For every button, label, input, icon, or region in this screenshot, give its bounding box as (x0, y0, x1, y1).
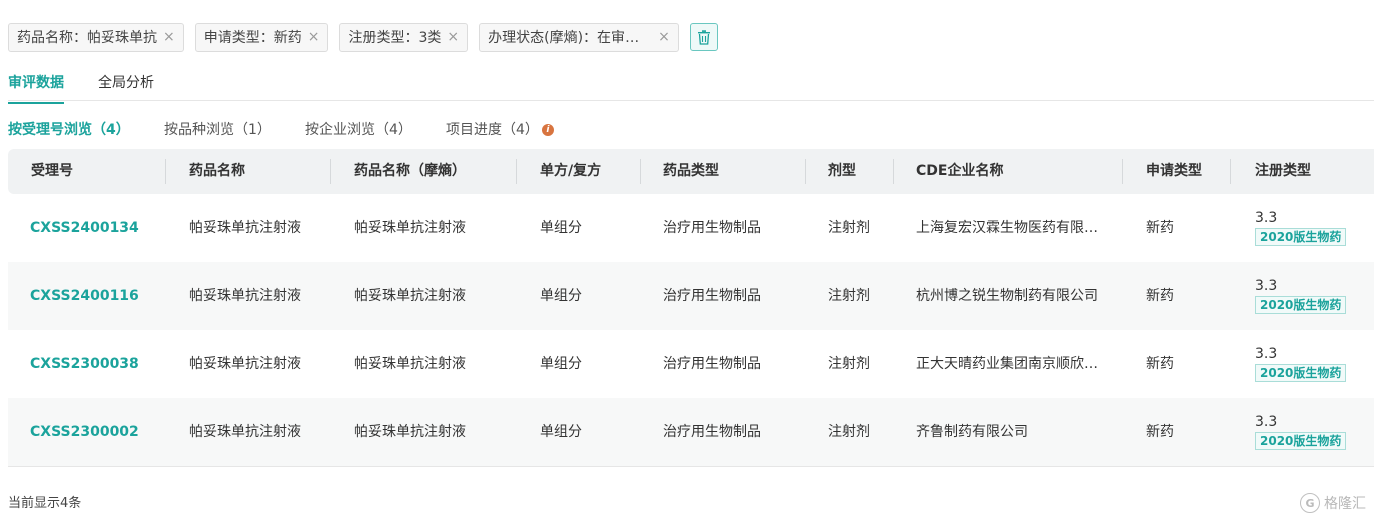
dosage-form-cell: 注射剂 (828, 220, 870, 236)
filter-bar: 药品名称：帕妥珠单抗 × 申请类型：新药 × 注册类型：3类 × 办理状态(摩熵… (8, 22, 718, 52)
table-header: 受理号 药品名称 药品名称（摩熵） 单方/复方 药品类型 剂型 CDE企业名称 … (8, 149, 1374, 194)
registration-tag-badge: 2020版生物药 (1255, 432, 1347, 450)
acceptance-number-link[interactable]: CXSS2400134 (30, 194, 139, 262)
tab-by-variety[interactable]: 按品种浏览（1） (164, 119, 271, 139)
composition-cell: 单组分 (540, 356, 582, 372)
registration-tag-badge: 2020版生物药 (1255, 296, 1347, 314)
application-type-cell: 新药 (1146, 356, 1174, 372)
registration-type-cell: 3.3 2020版生物药 (1255, 194, 1347, 262)
filter-chip-label: 药品名称：帕妥珠单抗 (17, 30, 157, 46)
drug-name-cell: 帕妥珠单抗注射液 (189, 288, 301, 304)
drug-type-cell: 治疗用生物制品 (663, 424, 761, 440)
drug-type-cell: 治疗用生物制品 (663, 356, 761, 372)
registration-class: 3.3 (1255, 210, 1278, 226)
tab-by-acceptance-number[interactable]: 按受理号浏览（4） (8, 119, 130, 139)
column-divider (805, 159, 806, 184)
filter-chip-label: 办理状态(摩熵)：在审评中,在审批中,审批完毕-待制证 (488, 30, 653, 46)
drug-type-cell: 治疗用生物制品 (663, 288, 761, 304)
tab-by-company[interactable]: 按企业浏览（4） (305, 119, 412, 139)
info-icon[interactable]: i (541, 124, 554, 136)
company-cell: 杭州博之锐生物制药有限公司 (916, 288, 1098, 304)
tab-review-data[interactable]: 审评数据 (8, 72, 64, 104)
column-header-composition: 单方/复方 (540, 163, 602, 179)
table-bottom-border (8, 466, 1374, 467)
registration-tag-badge: 2020版生物药 (1255, 364, 1347, 382)
registration-type-cell: 3.3 2020版生物药 (1255, 262, 1347, 330)
acceptance-number-link[interactable]: CXSS2400116 (30, 262, 139, 330)
filter-chip-status[interactable]: 办理状态(摩熵)：在审评中,在审批中,审批完毕-待制证 × (479, 22, 679, 52)
filter-chip-label: 申请类型：新药 (203, 30, 302, 46)
registration-tag-badge: 2020版生物药 (1255, 228, 1347, 246)
column-header-acceptance-number: 受理号 (31, 163, 73, 179)
tab-project-progress-label: 项目进度（4） (446, 122, 539, 138)
company-cell: 齐鲁制药有限公司 (916, 424, 1028, 440)
column-header-drug-name: 药品名称 (189, 163, 245, 179)
column-header-registration-type: 注册类型 (1255, 163, 1311, 179)
column-divider (330, 159, 331, 184)
registration-class: 3.3 (1255, 346, 1278, 362)
drug-name-cell: 帕妥珠单抗注射液 (189, 356, 301, 372)
filter-chip-label: 注册类型：3类 (348, 30, 442, 46)
registration-type-cell: 3.3 2020版生物药 (1255, 330, 1347, 398)
registration-class: 3.3 (1255, 278, 1278, 294)
tab-project-progress[interactable]: 项目进度（4） i (446, 119, 554, 139)
filter-chip-application-type[interactable]: 申请类型：新药 × (194, 22, 329, 52)
company-cell: 正大天晴药业集团南京顺欣制药有限公司 (916, 356, 1106, 372)
application-type-cell: 新药 (1146, 220, 1174, 236)
filter-chip-registration-type[interactable]: 注册类型：3类 × (339, 22, 469, 52)
result-count: 当前显示4条 (8, 496, 82, 511)
registration-type-cell: 3.3 2020版生物药 (1255, 398, 1347, 466)
column-divider (1122, 159, 1123, 184)
watermark: G 格隆汇 (1300, 493, 1366, 513)
trash-icon (697, 29, 710, 45)
drug-name-ms-cell: 帕妥珠单抗注射液 (354, 288, 466, 304)
acceptance-number-link[interactable]: CXSS2300038 (30, 330, 139, 398)
close-icon[interactable]: × (658, 29, 670, 45)
clear-filters-button[interactable] (689, 23, 718, 51)
column-header-company: CDE企业名称 (916, 163, 1004, 179)
drug-name-ms-cell: 帕妥珠单抗注射液 (354, 356, 466, 372)
column-divider (640, 159, 641, 184)
table-row: CXSS2300002 帕妥珠单抗注射液 帕妥珠单抗注射液 单组分 治疗用生物制… (8, 398, 1374, 466)
composition-cell: 单组分 (540, 288, 582, 304)
column-divider (516, 159, 517, 184)
column-header-drug-name-ms: 药品名称（摩熵） (354, 163, 466, 179)
drug-name-ms-cell: 帕妥珠单抗注射液 (354, 424, 466, 440)
table-row: CXSS2400134 帕妥珠单抗注射液 帕妥珠单抗注射液 单组分 治疗用生物制… (8, 194, 1374, 262)
company-cell: 上海复宏汉霖生物医药有限公司 (916, 220, 1106, 236)
drug-name-ms-cell: 帕妥珠单抗注射液 (354, 220, 466, 236)
drug-name-cell: 帕妥珠单抗注射液 (189, 220, 301, 236)
drug-name-cell: 帕妥珠单抗注射液 (189, 424, 301, 440)
composition-cell: 单组分 (540, 424, 582, 440)
close-icon[interactable]: × (447, 29, 459, 45)
table-row: CXSS2400116 帕妥珠单抗注射液 帕妥珠单抗注射液 单组分 治疗用生物制… (8, 262, 1374, 330)
filter-chip-drug-name[interactable]: 药品名称：帕妥珠单抗 × (8, 22, 184, 52)
tab-global-analysis[interactable]: 全局分析 (98, 72, 154, 102)
registration-class: 3.3 (1255, 414, 1278, 430)
results-table: 受理号 药品名称 药品名称（摩熵） 单方/复方 药品类型 剂型 CDE企业名称 … (8, 149, 1374, 467)
column-header-application-type: 申请类型 (1146, 163, 1202, 179)
column-divider (893, 159, 894, 184)
watermark-logo-icon: G (1300, 493, 1320, 513)
close-icon[interactable]: × (163, 29, 175, 45)
close-icon[interactable]: × (308, 29, 320, 45)
column-divider (165, 159, 166, 184)
main-tabs: 审评数据 全局分析 (8, 62, 1374, 104)
column-divider (1230, 159, 1231, 184)
dosage-form-cell: 注射剂 (828, 288, 870, 304)
application-type-cell: 新药 (1146, 288, 1174, 304)
dosage-form-cell: 注射剂 (828, 424, 870, 440)
column-header-dosage-form: 剂型 (828, 163, 856, 179)
watermark-text: 格隆汇 (1324, 496, 1366, 512)
column-header-drug-type: 药品类型 (663, 163, 719, 179)
drug-type-cell: 治疗用生物制品 (663, 220, 761, 236)
dosage-form-cell: 注射剂 (828, 356, 870, 372)
composition-cell: 单组分 (540, 220, 582, 236)
acceptance-number-link[interactable]: CXSS2300002 (30, 398, 139, 466)
table-row: CXSS2300038 帕妥珠单抗注射液 帕妥珠单抗注射液 单组分 治疗用生物制… (8, 330, 1374, 398)
application-type-cell: 新药 (1146, 424, 1174, 440)
